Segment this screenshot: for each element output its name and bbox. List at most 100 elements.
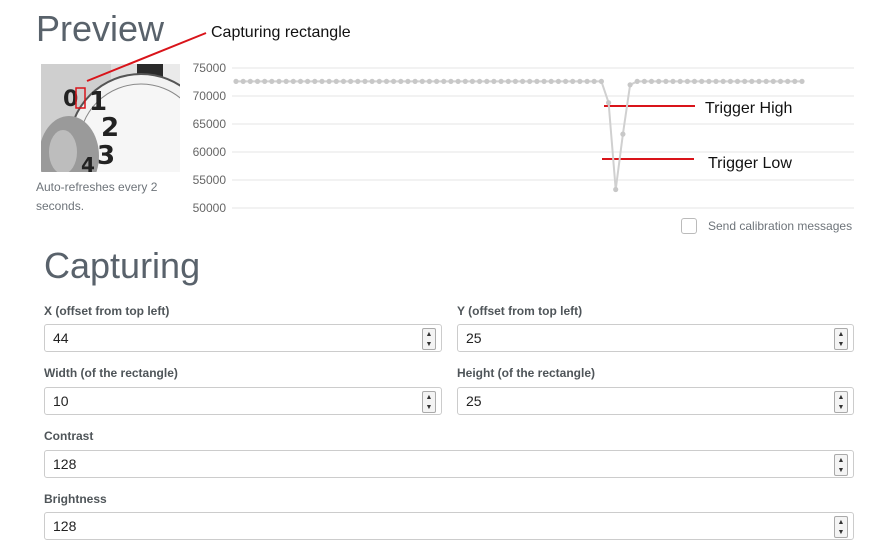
data-point	[634, 78, 640, 84]
series-line	[236, 80, 802, 190]
brightness-value: 128	[53, 518, 77, 534]
data-point	[777, 78, 784, 84]
data-point	[469, 78, 475, 84]
calibration-checkbox[interactable]	[681, 218, 697, 234]
data-point	[262, 78, 268, 84]
chevron-down-icon[interactable]: ▼	[426, 341, 433, 348]
y-offset-label: Y (offset from top left)	[457, 304, 583, 318]
chevron-down-icon[interactable]: ▼	[838, 341, 845, 348]
data-point	[290, 78, 296, 84]
data-point	[598, 78, 604, 84]
data-point	[283, 78, 289, 84]
data-point	[362, 78, 368, 84]
capturing-heading: Capturing	[44, 245, 201, 286]
data-point	[383, 78, 390, 84]
data-point	[742, 78, 748, 84]
data-point	[699, 78, 705, 84]
y-offset-value: 25	[466, 330, 482, 346]
data-point	[333, 78, 339, 84]
data-point	[534, 78, 540, 84]
x-offset-input[interactable]: 44 ▲ ▼	[44, 324, 442, 352]
chevron-up-icon[interactable]: ▲	[426, 331, 433, 338]
data-point	[426, 78, 432, 84]
chevron-up-icon[interactable]: ▲	[838, 331, 845, 338]
data-point	[641, 78, 647, 84]
data-point	[684, 78, 690, 84]
data-point	[670, 78, 676, 84]
data-point	[591, 78, 597, 84]
data-point	[770, 78, 776, 84]
data-point	[305, 78, 311, 84]
data-point	[749, 78, 755, 84]
trigger-high-annotation: Trigger High	[705, 100, 793, 117]
chevron-down-icon[interactable]: ▼	[838, 529, 845, 536]
data-point	[477, 78, 483, 84]
data-point	[434, 78, 440, 84]
x-offset-stepper[interactable]: ▲ ▼	[422, 328, 436, 350]
data-point	[355, 78, 361, 84]
data-point	[441, 78, 447, 84]
contrast-stepper[interactable]: ▲ ▼	[834, 454, 848, 476]
contrast-input[interactable]: 128 ▲ ▼	[44, 450, 854, 478]
x-offset-label: X (offset from top left)	[44, 304, 170, 318]
data-point	[348, 78, 354, 84]
calibration-toggle[interactable]: Send calibration messages	[681, 218, 852, 234]
y-offset-input[interactable]: 25 ▲ ▼	[457, 324, 854, 352]
data-point	[656, 78, 662, 84]
y-tick-label: 55000	[193, 173, 227, 187]
x-offset-value: 44	[53, 330, 69, 346]
data-point	[663, 78, 669, 84]
height-label: Height (of the rectangle)	[457, 366, 596, 380]
chevron-up-icon[interactable]: ▲	[426, 394, 433, 401]
y-tick-label: 60000	[193, 145, 227, 159]
chevron-up-icon[interactable]: ▲	[838, 457, 845, 464]
data-point	[498, 78, 504, 84]
data-point	[527, 78, 533, 84]
data-point	[505, 78, 511, 84]
contrast-value: 128	[53, 456, 77, 472]
data-point	[799, 78, 805, 84]
brightness-stepper[interactable]: ▲ ▼	[834, 516, 848, 538]
data-point	[555, 78, 561, 84]
calibration-label: Send calibration messages	[708, 219, 853, 233]
data-point	[792, 78, 798, 84]
data-point	[627, 82, 633, 88]
data-point	[691, 78, 698, 84]
data-point	[455, 78, 461, 84]
y-offset-stepper[interactable]: ▲ ▼	[834, 328, 848, 350]
brightness-label: Brightness	[44, 492, 107, 506]
data-point	[577, 78, 583, 84]
data-point	[756, 78, 762, 84]
chevron-up-icon[interactable]: ▲	[838, 519, 845, 526]
contrast-label: Contrast	[44, 429, 94, 443]
capturing-rectangle-annotation: Capturing rectangle	[211, 24, 351, 41]
width-input[interactable]: 10 ▲ ▼	[44, 387, 442, 415]
data-point	[462, 78, 468, 84]
data-point	[269, 78, 275, 84]
height-stepper[interactable]: ▲ ▼	[834, 391, 848, 413]
data-point	[620, 131, 626, 137]
data-point	[548, 78, 554, 84]
data-point	[727, 78, 734, 84]
data-point	[606, 100, 612, 106]
data-point	[297, 78, 304, 84]
data-point	[706, 78, 712, 84]
data-point	[233, 78, 239, 84]
data-point	[785, 78, 791, 84]
chevron-down-icon[interactable]: ▼	[838, 404, 845, 411]
width-stepper[interactable]: ▲ ▼	[422, 391, 436, 413]
brightness-input[interactable]: 128 ▲ ▼	[44, 512, 854, 540]
chevron-down-icon[interactable]: ▼	[426, 404, 433, 411]
height-input[interactable]: 25 ▲ ▼	[457, 387, 854, 415]
data-point	[369, 78, 375, 84]
data-point	[448, 78, 454, 84]
chevron-up-icon[interactable]: ▲	[838, 394, 845, 401]
height-value: 25	[466, 393, 482, 409]
data-point	[276, 78, 282, 84]
y-tick-label: 75000	[193, 61, 227, 75]
signal-chart: 75000 70000 65000 60000 55000 50000	[193, 61, 854, 215]
data-point	[763, 78, 769, 84]
data-point	[484, 78, 490, 84]
chevron-down-icon[interactable]: ▼	[838, 467, 845, 474]
data-point	[648, 78, 655, 84]
